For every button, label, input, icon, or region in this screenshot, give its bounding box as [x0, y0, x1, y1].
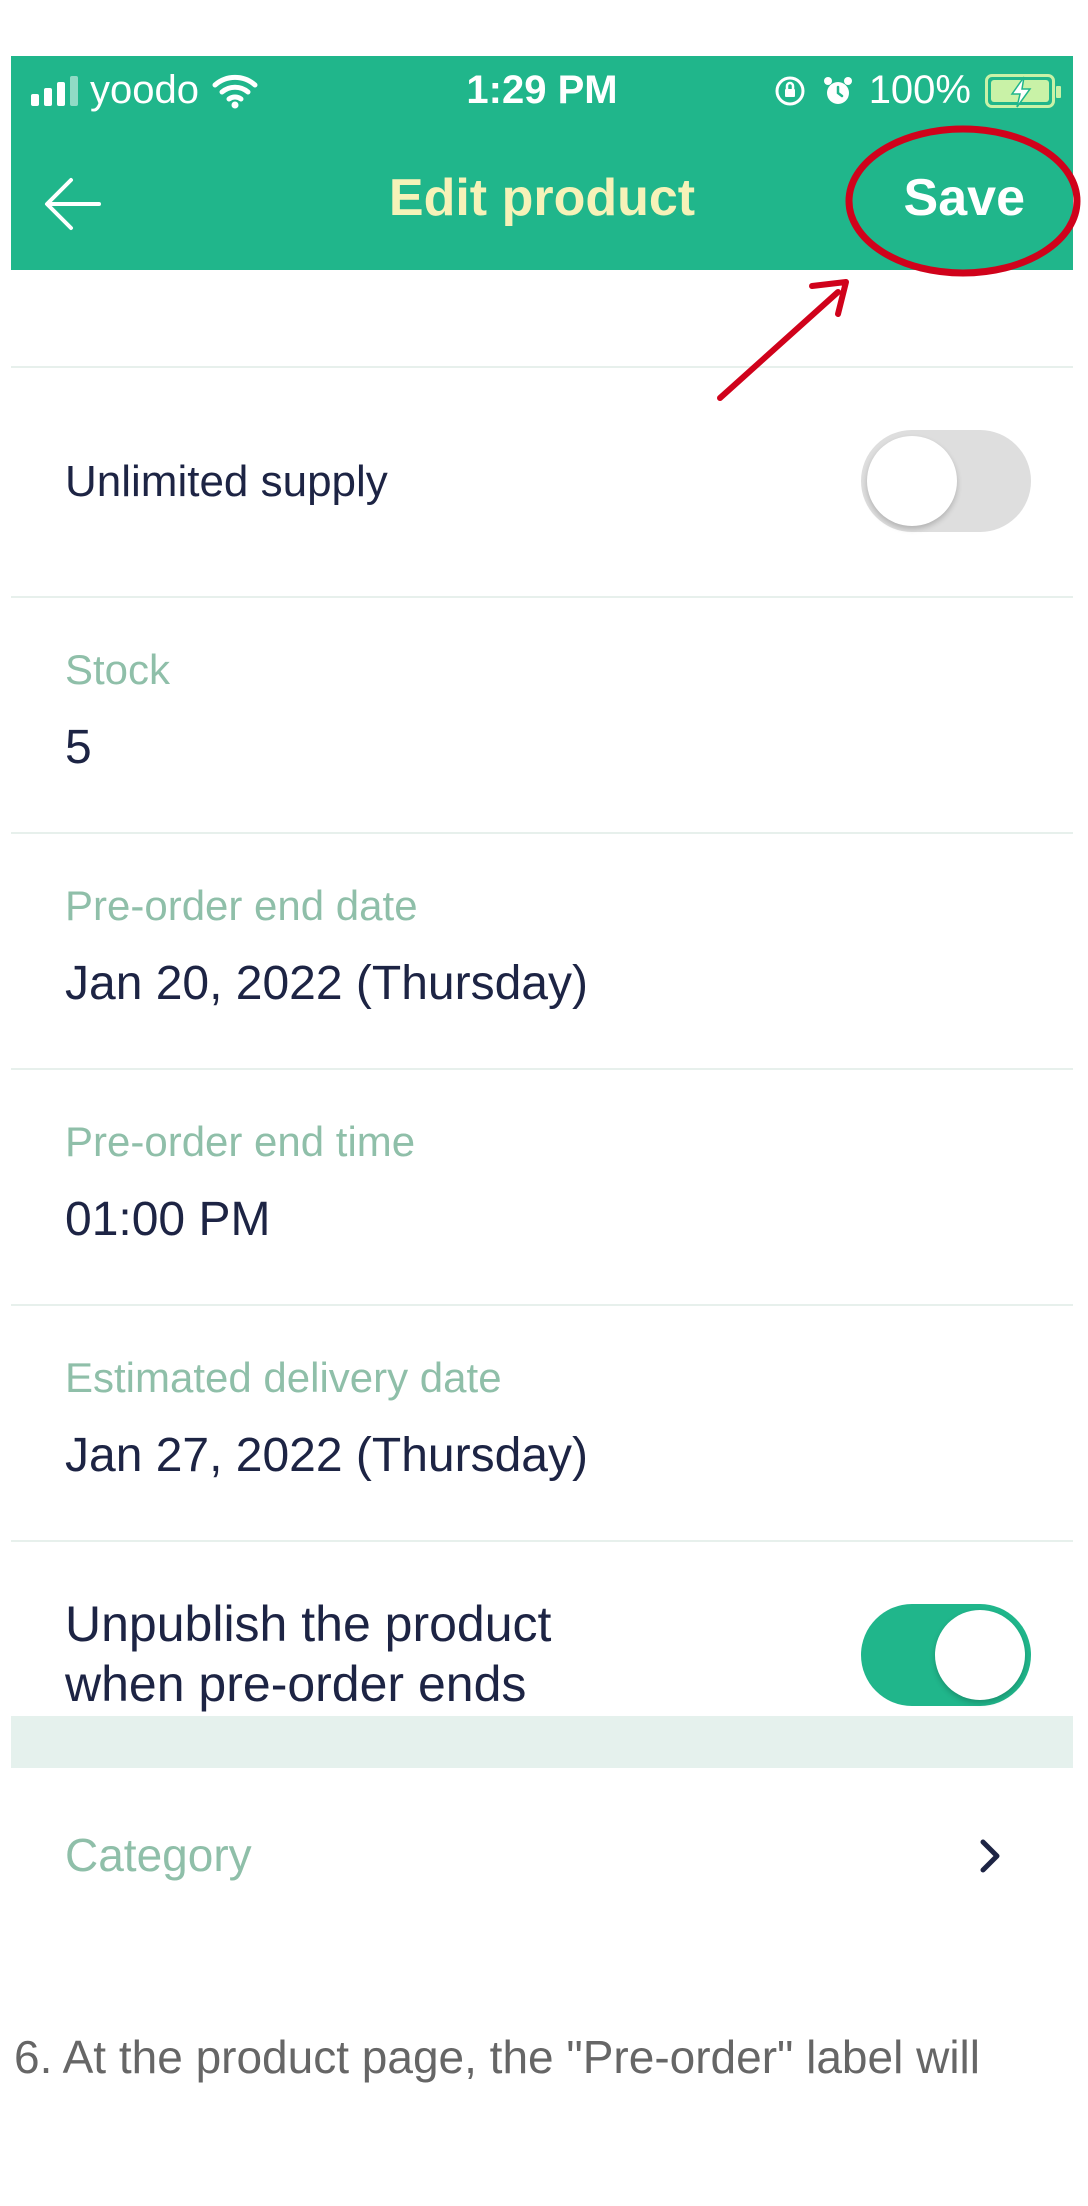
- save-button[interactable]: Save: [904, 168, 1025, 228]
- alarm-icon: [823, 76, 852, 104]
- row-top-partial: [11, 270, 1073, 368]
- estimated-delivery-label: Estimated delivery date: [65, 1354, 502, 1401]
- preorder-end-time-value: 01:00 PM: [65, 1193, 271, 1246]
- preorder-end-time-label: Pre-order end time: [65, 1118, 416, 1165]
- preorder-end-date-value: Jan 20, 2022 (Thursday): [65, 957, 588, 1010]
- estimated-delivery-value: Jan 27, 2022 (Thursday): [65, 1429, 588, 1482]
- unpublish-label-line2: when pre-order ends: [65, 1656, 527, 1712]
- preorder-end-date-label: Pre-order end date: [65, 882, 418, 929]
- unpublish-toggle[interactable]: [861, 1604, 1031, 1706]
- stock-label: Stock: [65, 646, 171, 693]
- row-unpublish: Unpublish the product when pre-order end…: [11, 1542, 1073, 1716]
- instruction-caption: 6. At the product page, the "Pre-order" …: [14, 2031, 980, 2083]
- stock-value: 5: [65, 721, 92, 774]
- row-stock[interactable]: Stock 5: [11, 598, 1073, 834]
- category-label: Category: [65, 1829, 252, 1881]
- status-right: 100%: [773, 68, 1061, 113]
- status-bar: yoodo 1:29 PM 100%: [11, 56, 1073, 130]
- app-header: yoodo 1:29 PM 100% Edit product Save: [11, 56, 1073, 270]
- unpublish-label-line1: Unpublish the product: [65, 1596, 552, 1652]
- unlimited-supply-label: Unlimited supply: [65, 457, 388, 506]
- toggle-knob: [935, 1610, 1025, 1700]
- row-preorder-end-date[interactable]: Pre-order end date Jan 20, 2022 (Thursda…: [11, 834, 1073, 1070]
- row-preorder-end-time[interactable]: Pre-order end time 01:00 PM: [11, 1070, 1073, 1306]
- chevron-right-icon: [980, 1839, 1000, 1873]
- row-unlimited-supply: Unlimited supply: [11, 368, 1073, 598]
- battery-percent: 100%: [868, 68, 971, 112]
- nav-bar: Edit product Save: [11, 130, 1073, 270]
- row-category[interactable]: Category: [11, 1768, 1073, 1944]
- row-estimated-delivery-date[interactable]: Estimated delivery date Jan 27, 2022 (Th…: [11, 1306, 1073, 1542]
- phone-screen: yoodo 1:29 PM 100% Edit product Save Unl…: [11, 56, 1073, 1944]
- orientation-lock-icon: [775, 76, 805, 105]
- unlimited-supply-toggle[interactable]: [861, 430, 1031, 532]
- toggle-knob: [867, 436, 957, 526]
- battery-icon: [985, 73, 1061, 108]
- section-divider: [11, 1716, 1073, 1768]
